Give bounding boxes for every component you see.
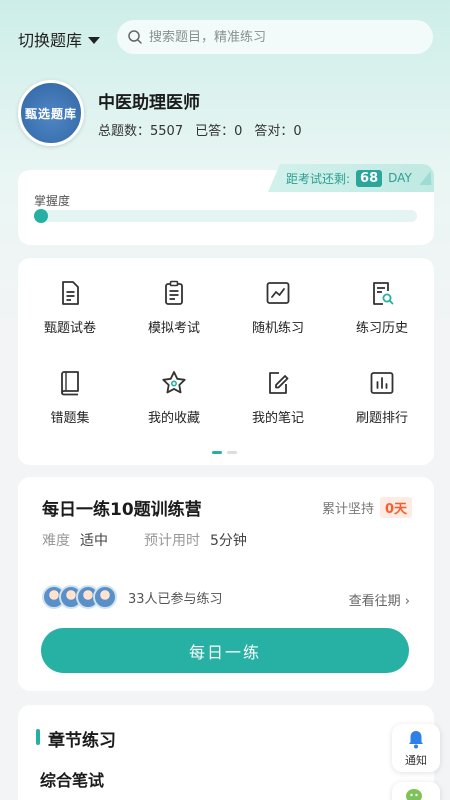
search-icon: [128, 30, 142, 44]
book-icon: [61, 371, 79, 396]
menu-item-random-practice[interactable]: 随机练习: [226, 278, 330, 346]
total-value: 5507: [150, 124, 184, 139]
correct-value: 0: [293, 124, 302, 139]
menu-item-label: 练习历史: [355, 321, 408, 336]
menu-item-label: 随机练习: [251, 321, 304, 336]
menu-item-ranking[interactable]: 刷题排行: [330, 368, 434, 436]
page-dot: [227, 451, 237, 454]
notify-label: 通知: [405, 754, 427, 767]
mastery-card: 距考试还剩: 68 DAY 掌握度: [18, 164, 434, 245]
time-label: 预计用时: [144, 533, 200, 549]
exam-countdown: 距考试还剩: 68 DAY: [268, 164, 434, 192]
lightning-icon: [419, 171, 434, 185]
answered-label: 已答：: [195, 124, 235, 139]
question-bank-profile: 甄选题库 中医助理医师 总题数：5507 已答：0 答对：0: [18, 80, 438, 150]
total-label: 总题数：: [98, 124, 151, 139]
view-past-label: 查看往期: [348, 594, 401, 609]
chapter-title: 章节练习: [48, 731, 116, 751]
chapter-practice-card: 章节练习 综合笔试: [18, 705, 434, 800]
countdown-days: 68: [356, 169, 383, 187]
streak-label: 累计坚持: [321, 502, 374, 517]
daily-meta: 难度 适中 预计用时 5分钟: [42, 530, 247, 550]
daily-practice-card: 每日一练10题训练营 累计坚持 0天 难度 适中 预计用时 5分钟 33人已参与…: [18, 477, 434, 691]
switch-bank-label: 切换题库: [18, 31, 83, 50]
correct-label: 答对：: [254, 124, 294, 139]
menu-item-practice-history[interactable]: 练习历史: [330, 278, 434, 346]
search-input[interactable]: [149, 29, 419, 45]
history-search-icon: [373, 282, 394, 305]
streak-badge: 0天: [379, 497, 412, 518]
bank-stats: 总题数：5507 已答：0 答对：0: [98, 120, 302, 139]
mastery-progress-bar: [34, 209, 417, 223]
bank-title: 中医助理医师: [98, 93, 200, 113]
menu-item-label: 刷题排行: [355, 411, 408, 426]
daily-practice-button[interactable]: 每日一练: [41, 628, 409, 673]
bell-icon: [409, 731, 423, 749]
trend-chart-icon: [266, 282, 290, 304]
menu-item-label: 我的收藏: [147, 411, 200, 426]
mastery-label: 掌握度: [34, 194, 71, 208]
switch-bank-dropdown[interactable]: 切换题库: [18, 27, 101, 51]
menu-item-label: 模拟考试: [147, 321, 200, 336]
menu-item-label: 甄题试卷: [43, 321, 96, 336]
star-icon: [162, 371, 186, 394]
chapter-category[interactable]: 综合笔试: [40, 767, 104, 791]
feature-menu-card: 甄题试卷 模拟考试 随机练习 练习历史 错题集 我的收藏 我的笔记 刷题排行: [18, 258, 434, 465]
menu-item-label: 我的笔记: [251, 411, 304, 426]
section-accent-bar: [36, 729, 40, 745]
answered-stat: 已答：0: [195, 120, 242, 139]
time-value: 5分钟: [210, 533, 247, 549]
mastery-progress-knob: [34, 209, 48, 223]
correct-stat: 答对：0: [254, 120, 301, 139]
wechat-icon: [406, 789, 422, 800]
top-bar: 切换题库: [0, 0, 450, 76]
countdown-unit: DAY: [388, 171, 412, 185]
participants: 33人已参与练习: [42, 585, 223, 609]
page-indicator: [212, 451, 237, 454]
menu-item-favorites[interactable]: 我的收藏: [122, 368, 226, 436]
participants-count: 33人已参与练习: [128, 591, 223, 607]
clipboard-icon: [165, 280, 183, 305]
search-bar[interactable]: [117, 20, 433, 54]
participant-avatar: [93, 585, 117, 609]
view-past-link[interactable]: 查看往期 ›: [349, 590, 410, 609]
difficulty-value: 适中: [80, 533, 108, 549]
document-icon: [62, 281, 79, 305]
avatar-text: 甄选题库: [24, 106, 77, 121]
menu-item-wrong-questions[interactable]: 错题集: [18, 368, 122, 436]
chevron-right-icon: ›: [404, 594, 410, 609]
question-bank-avatar: 甄选题库: [18, 80, 84, 146]
menu-item-label: 错题集: [50, 411, 90, 426]
edit-note-icon: [269, 372, 289, 394]
caret-down-icon: [88, 36, 101, 44]
answered-value: 0: [234, 124, 243, 139]
page-dot-active: [212, 451, 222, 454]
feature-grid: 甄题试卷 模拟考试 随机练习 练习历史 错题集 我的收藏 我的笔记 刷题排行: [18, 278, 434, 436]
difficulty-label: 难度: [42, 533, 70, 549]
menu-item-notes[interactable]: 我的笔记: [226, 368, 330, 436]
countdown-label: 距考试还剩:: [286, 171, 351, 186]
bar-chart-icon: [370, 372, 394, 394]
daily-title: 每日一练10题训练营: [42, 500, 202, 520]
meta-spacer: [118, 530, 134, 550]
streak-info: 累计坚持 0天: [322, 497, 412, 518]
menu-item-mock-exam[interactable]: 模拟考试: [122, 278, 226, 346]
menu-item-exam-papers[interactable]: 甄题试卷: [18, 278, 122, 346]
notification-button[interactable]: 通知: [392, 724, 440, 772]
wechat-button[interactable]: [392, 782, 440, 800]
total-stat: 总题数：5507: [98, 120, 183, 139]
